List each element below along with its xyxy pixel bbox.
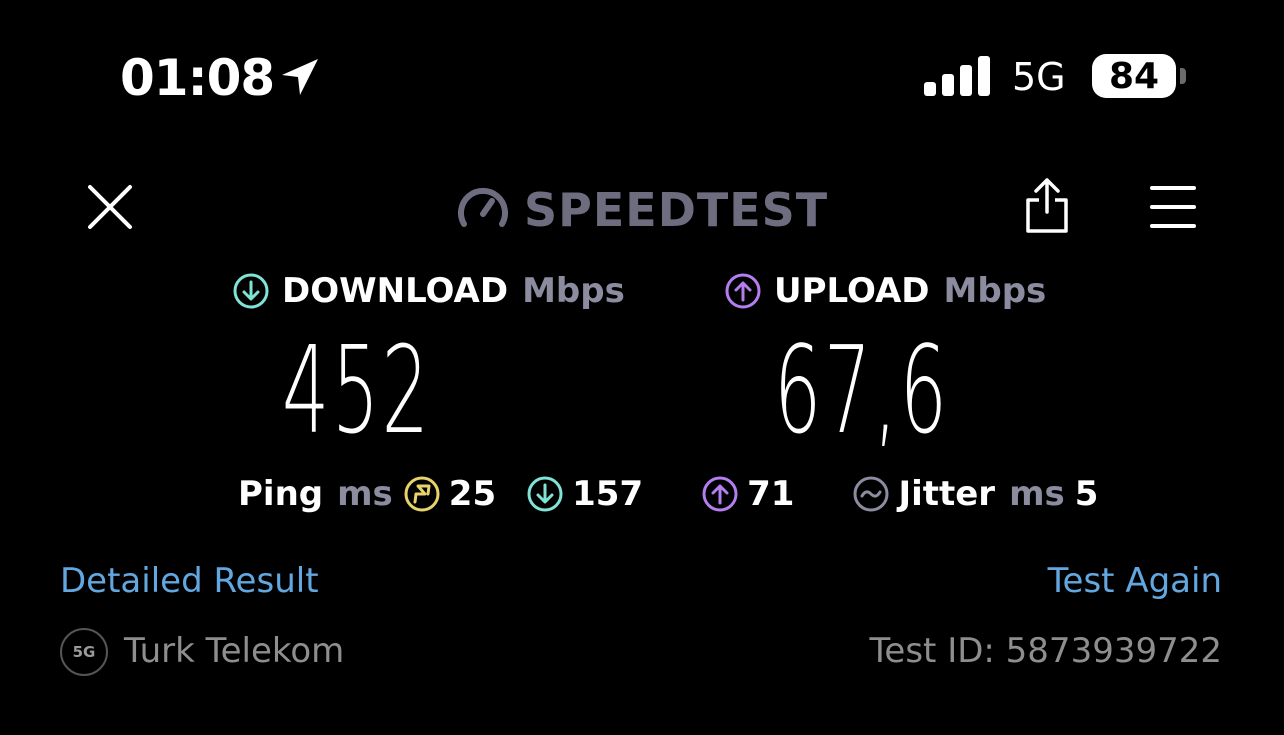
download-label: DOWNLOAD xyxy=(282,271,509,311)
speedometer-icon xyxy=(458,187,508,227)
jitter-icon xyxy=(853,476,889,512)
upload-label: UPLOAD xyxy=(774,271,930,311)
close-icon[interactable] xyxy=(86,183,134,231)
share-icon[interactable] xyxy=(1024,176,1070,234)
provider-name: Turk Telekom xyxy=(124,631,345,671)
location-arrow-icon xyxy=(282,59,318,95)
ping-unit: ms xyxy=(337,474,393,514)
upload-speed-value: 67,6 xyxy=(774,322,950,461)
ping-idle-value: 25 xyxy=(448,474,497,514)
network-badge-icon: 5G xyxy=(60,628,108,676)
upload-header: UPLOAD Mbps xyxy=(724,268,1046,314)
jitter-unit: ms xyxy=(1009,474,1065,514)
download-ping-icon xyxy=(527,476,563,512)
signal-bars-icon xyxy=(924,56,990,96)
jitter-value: 5 xyxy=(1074,474,1099,514)
battery-nub xyxy=(1180,68,1186,84)
download-header: DOWNLOAD Mbps xyxy=(232,268,625,314)
upload-ping-icon xyxy=(702,476,738,512)
detailed-result-link[interactable]: Detailed Result xyxy=(60,560,319,602)
idle-ping-icon xyxy=(404,476,440,512)
status-time: 01:08 xyxy=(120,49,275,107)
ping-jitter-row: Ping ms 25 157 71 Jitter ms 5 xyxy=(238,472,1098,516)
brand-logo-text: SPEEDTEST xyxy=(524,183,829,237)
ping-upload-value: 71 xyxy=(747,474,795,514)
upload-arrow-icon xyxy=(725,273,761,309)
ping-label: Ping xyxy=(238,474,324,514)
download-speed-value: 452 xyxy=(282,322,432,461)
jitter-label: Jitter xyxy=(898,474,996,514)
test-id: Test ID: 5873939722 xyxy=(869,631,1222,671)
test-again-link[interactable]: Test Again xyxy=(1048,560,1222,602)
upload-unit: Mbps xyxy=(943,271,1047,311)
ping-download-value: 157 xyxy=(572,474,644,514)
download-arrow-icon xyxy=(233,273,269,309)
battery-indicator: 84 xyxy=(1092,54,1176,98)
download-unit: Mbps xyxy=(522,271,625,311)
menu-icon[interactable] xyxy=(1150,184,1196,230)
network-type-label: 5G xyxy=(1012,55,1066,99)
